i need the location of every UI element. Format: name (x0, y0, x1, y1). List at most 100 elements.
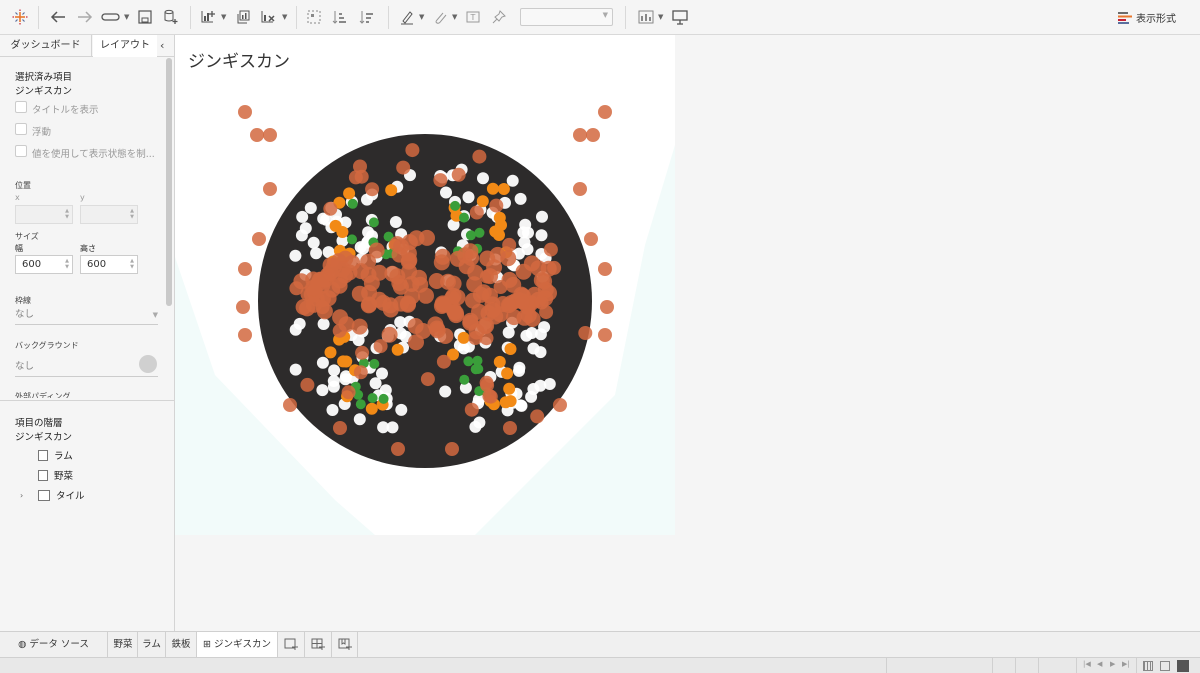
undo-icon[interactable] (48, 7, 68, 27)
tree-item-vegetables[interactable]: 野菜 (38, 468, 73, 482)
onion-mark[interactable] (307, 236, 320, 249)
annotate-icon[interactable] (430, 7, 450, 27)
carrot-mark[interactable] (489, 225, 502, 238)
new-worksheet-icon[interactable] (198, 7, 218, 27)
lamb-mark[interactable] (489, 198, 504, 213)
lamb-mark[interactable] (391, 442, 405, 456)
format-button[interactable]: 表示形式 (1118, 10, 1176, 25)
lamb-mark[interactable] (462, 314, 479, 331)
tab-griddle[interactable]: 鉄板 (166, 632, 197, 657)
tab-dashboard[interactable]: ダッシュボード (0, 35, 92, 57)
show-me-icon[interactable] (636, 7, 656, 27)
y-input[interactable]: ▲ ▼ (80, 205, 138, 224)
collapse-panel-icon[interactable]: ‹ (160, 39, 164, 52)
lamb-mark[interactable] (600, 300, 614, 314)
y-stepper-icon[interactable]: ▲ ▼ (130, 208, 134, 220)
onion-mark[interactable] (327, 380, 340, 393)
carrot-mark[interactable] (457, 331, 470, 344)
lamb-mark[interactable] (401, 263, 418, 280)
pepper-mark[interactable] (378, 393, 389, 404)
lamb-mark[interactable] (348, 170, 363, 185)
onion-mark[interactable] (389, 216, 402, 228)
onion-mark[interactable] (513, 361, 526, 374)
onion-mark[interactable] (520, 329, 533, 342)
onion-mark[interactable] (328, 364, 341, 377)
lamb-mark[interactable] (365, 182, 380, 197)
lamb-mark[interactable] (407, 318, 424, 334)
lamb-mark[interactable] (300, 377, 315, 392)
duplicate-icon[interactable] (233, 7, 253, 27)
onion-mark[interactable] (538, 321, 551, 334)
lamb-mark[interactable] (500, 250, 517, 267)
panel-divider[interactable] (0, 400, 174, 401)
onion-mark[interactable] (469, 420, 482, 433)
fit-dropdown[interactable]: ▼ (520, 8, 613, 26)
lamb-mark[interactable] (440, 273, 456, 290)
onion-mark[interactable] (527, 342, 540, 355)
lamb-mark[interactable] (238, 105, 252, 119)
onion-mark[interactable] (295, 229, 308, 242)
carrot-mark[interactable] (343, 187, 356, 200)
pepper-mark[interactable] (459, 374, 470, 385)
onion-mark[interactable] (316, 384, 329, 397)
lamb-mark[interactable] (238, 328, 252, 342)
new-story-tab-icon[interactable] (332, 632, 358, 657)
carrot-mark[interactable] (497, 183, 510, 195)
carrot-mark[interactable] (501, 367, 514, 380)
x-stepper-icon[interactable]: ▲ ▼ (65, 208, 69, 220)
border-dropdown[interactable]: なし ▼ (15, 307, 158, 325)
lamb-mark[interactable] (493, 280, 508, 294)
highlight-dropdown-icon[interactable]: ▼ (419, 13, 424, 21)
onion-mark[interactable] (304, 202, 317, 214)
lamb-mark[interactable] (543, 242, 558, 257)
lamb-mark[interactable] (263, 128, 277, 142)
lamb-mark[interactable] (420, 372, 435, 387)
lamb-mark[interactable] (578, 326, 593, 340)
lamb-mark[interactable] (482, 389, 497, 403)
lamb-mark[interactable] (586, 128, 600, 142)
lamb-mark[interactable] (553, 398, 567, 412)
lamb-mark[interactable] (598, 328, 612, 342)
prev-sheet-icon[interactable]: ◀ (1097, 660, 1102, 668)
lamb-mark[interactable] (464, 402, 479, 417)
lamb-mark[interactable] (573, 182, 587, 196)
lamb-mark[interactable] (361, 296, 378, 313)
onion-mark[interactable] (377, 421, 390, 434)
lamb-mark[interactable] (479, 269, 494, 284)
onion-mark[interactable] (536, 210, 548, 223)
show-title-checkbox[interactable] (15, 101, 27, 113)
lamb-mark[interactable] (408, 230, 425, 247)
onion-mark[interactable] (316, 356, 329, 369)
lamb-mark[interactable] (434, 296, 451, 313)
lamb-mark[interactable] (283, 398, 297, 412)
pepper-mark[interactable] (474, 227, 485, 238)
onion-mark[interactable] (506, 174, 519, 187)
lamb-mark[interactable] (534, 295, 549, 310)
carrot-mark[interactable] (365, 402, 378, 415)
lamb-mark[interactable] (433, 173, 448, 188)
onion-mark[interactable] (462, 191, 475, 204)
height-stepper-icon[interactable]: ▲ ▼ (130, 258, 134, 270)
lamb-mark[interactable] (373, 339, 388, 354)
lamb-mark[interactable] (502, 237, 517, 252)
width-stepper-icon[interactable]: ▲ ▼ (65, 258, 69, 270)
lamb-mark[interactable] (250, 128, 264, 142)
carrot-mark[interactable] (324, 346, 337, 359)
lamb-mark[interactable] (393, 238, 409, 255)
lamb-mark[interactable] (252, 232, 266, 246)
onion-mark[interactable] (514, 192, 527, 205)
lamb-mark[interactable] (468, 331, 483, 345)
tree-item-lamb[interactable]: ラム (38, 448, 73, 462)
lamb-mark[interactable] (433, 254, 450, 271)
width-input[interactable]: 600 ▲ ▼ (15, 255, 73, 274)
lamb-mark[interactable] (469, 205, 484, 220)
new-dashboard-tab-icon[interactable] (305, 632, 332, 657)
lamb-mark[interactable] (598, 105, 612, 119)
show-sheet-sorter-icon[interactable] (1160, 661, 1170, 671)
new-worksheet-tab-icon[interactable] (278, 632, 305, 657)
group-icon[interactable] (304, 7, 324, 27)
pepper-mark[interactable] (463, 356, 474, 367)
pepper-mark[interactable] (367, 393, 378, 403)
next-sheet-icon[interactable]: ▶ (1110, 660, 1115, 668)
onion-mark[interactable] (517, 226, 530, 239)
